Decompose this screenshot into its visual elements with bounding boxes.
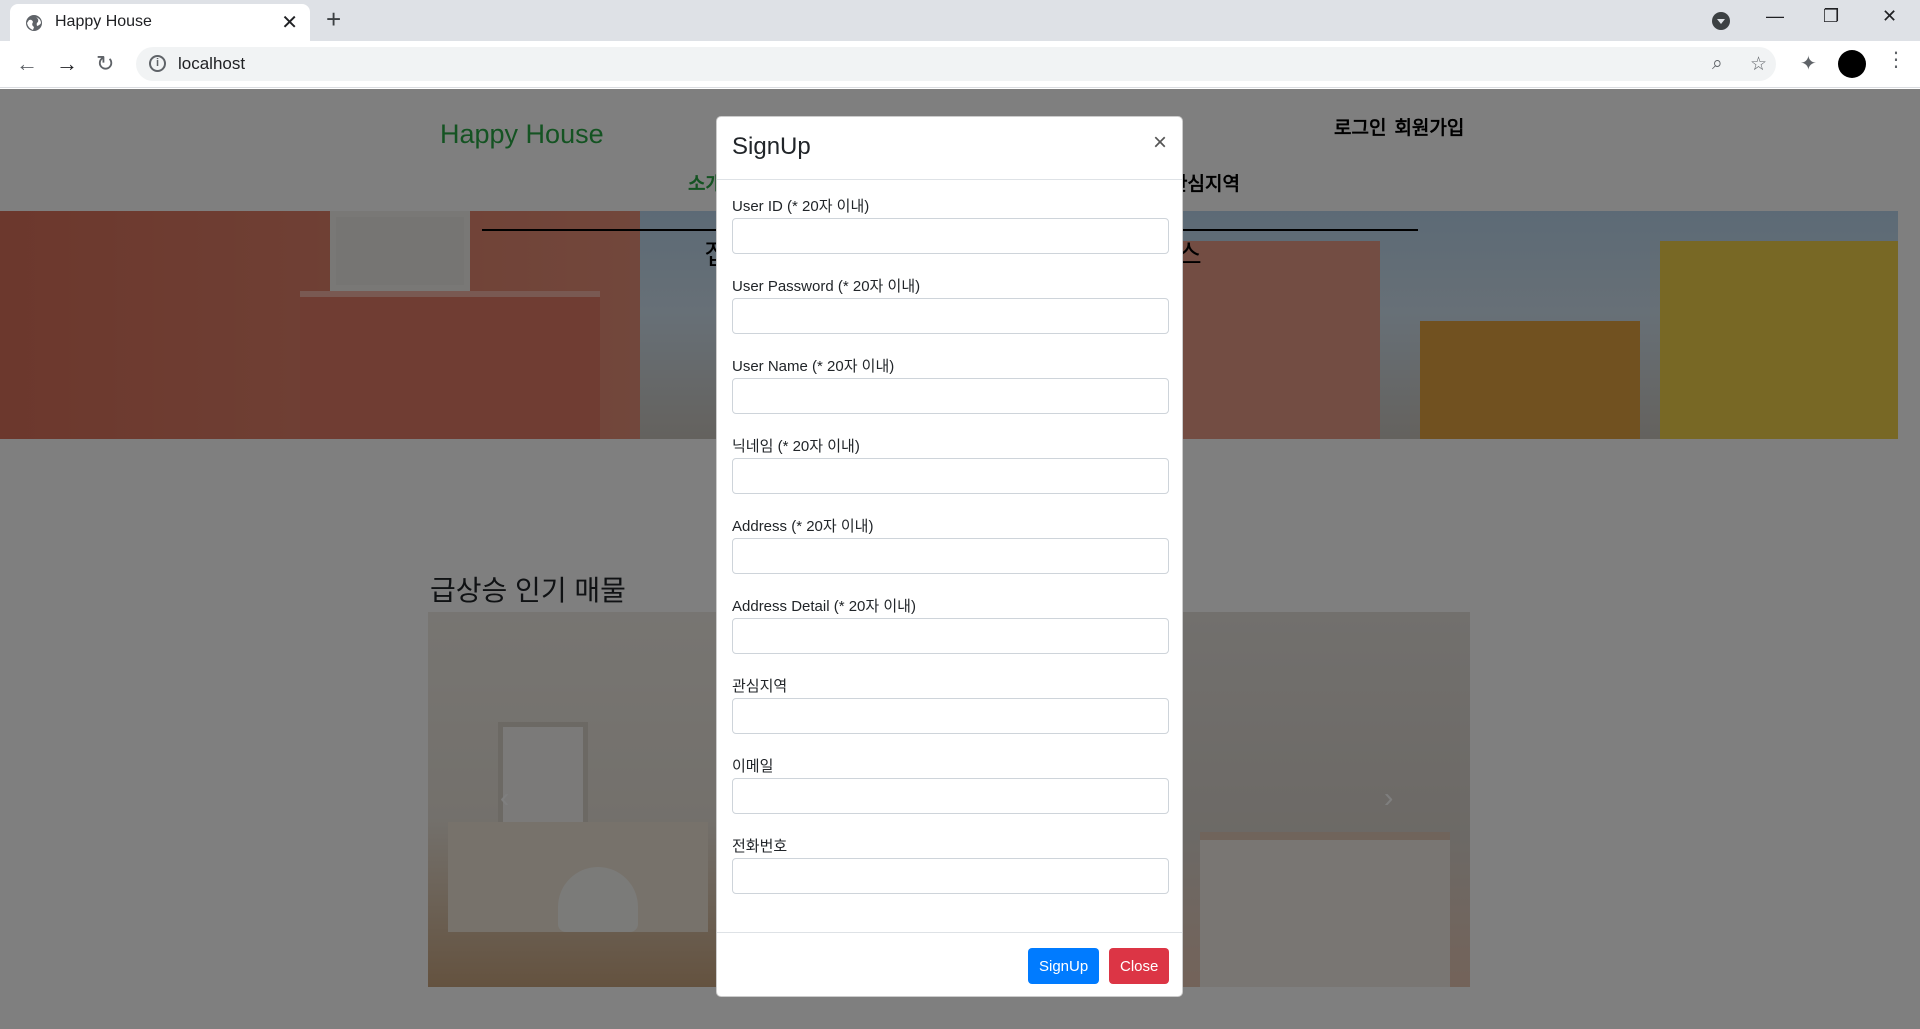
window-close-button[interactable]: ✕ [1882,6,1897,27]
tab-close-icon[interactable]: ✕ [281,10,298,35]
field-label: User Name (* 20자 이내) [732,358,895,375]
bookmark-star-icon[interactable]: ☆ [1750,53,1767,76]
extensions-icon[interactable]: ✦ [1800,51,1817,76]
field-label: 관심지역 [732,678,788,695]
field-label: User ID (* 20자 이내) [732,198,870,215]
restore-button[interactable]: ❐ [1823,6,1839,27]
modal-header: SignUp × [717,117,1182,180]
user-password-input[interactable] [732,298,1169,334]
tab-title: Happy House [55,13,152,30]
address-detail-input[interactable] [732,618,1169,654]
back-button[interactable]: ← [16,51,38,77]
url-text[interactable]: localhost [178,54,245,74]
reload-button[interactable]: ↻ [96,51,114,77]
page-viewport: Happy House 로그인회원가입 소개 관심지역 집 스 급상승 인기 매… [0,89,1920,1029]
address-input[interactable] [732,538,1169,574]
minimize-button[interactable]: — [1766,6,1784,27]
field-label: 전화번호 [732,838,788,855]
modal-footer: SignUp Close [717,932,1182,997]
tab-search-icon[interactable] [1712,12,1730,30]
browser-tab-bar: Happy House ✕ + — ❐ ✕ [0,0,1920,41]
field-label: Address Detail (* 20자 이내) [732,598,916,615]
new-tab-button[interactable]: + [326,6,341,32]
address-bar[interactable]: i localhost ⌕ ☆ [136,47,1776,81]
phone-input[interactable] [732,858,1169,894]
signup-modal: SignUp × User ID (* 20자 이내) User Passwor… [716,116,1183,997]
interest-area-input[interactable] [732,698,1169,734]
browser-toolbar: ← → ↻ i localhost ⌕ ☆ ✦ ⋮ [0,41,1920,88]
field-label: 이메일 [732,758,774,775]
close-button[interactable]: Close [1109,948,1170,984]
field-label: 닉네임 (* 20자 이내) [732,438,860,455]
browser-tab[interactable]: Happy House ✕ [10,4,310,41]
modal-title: SignUp [732,133,811,160]
browser-menu-icon[interactable]: ⋮ [1886,50,1906,70]
profile-avatar[interactable] [1838,50,1866,78]
email-input[interactable] [732,778,1169,814]
user-name-input[interactable] [732,378,1169,414]
field-label: User Password (* 20자 이내) [732,278,921,295]
signup-button[interactable]: SignUp [1028,948,1100,984]
site-info-icon[interactable]: i [149,55,166,72]
field-label: Address (* 20자 이내) [732,518,874,535]
user-id-input[interactable] [732,218,1169,254]
close-icon[interactable]: × [1153,131,1167,155]
zoom-icon[interactable]: ⌕ [1712,53,1723,75]
nickname-input[interactable] [732,458,1169,494]
forward-button[interactable]: → [56,51,78,77]
globe-icon [26,15,42,31]
